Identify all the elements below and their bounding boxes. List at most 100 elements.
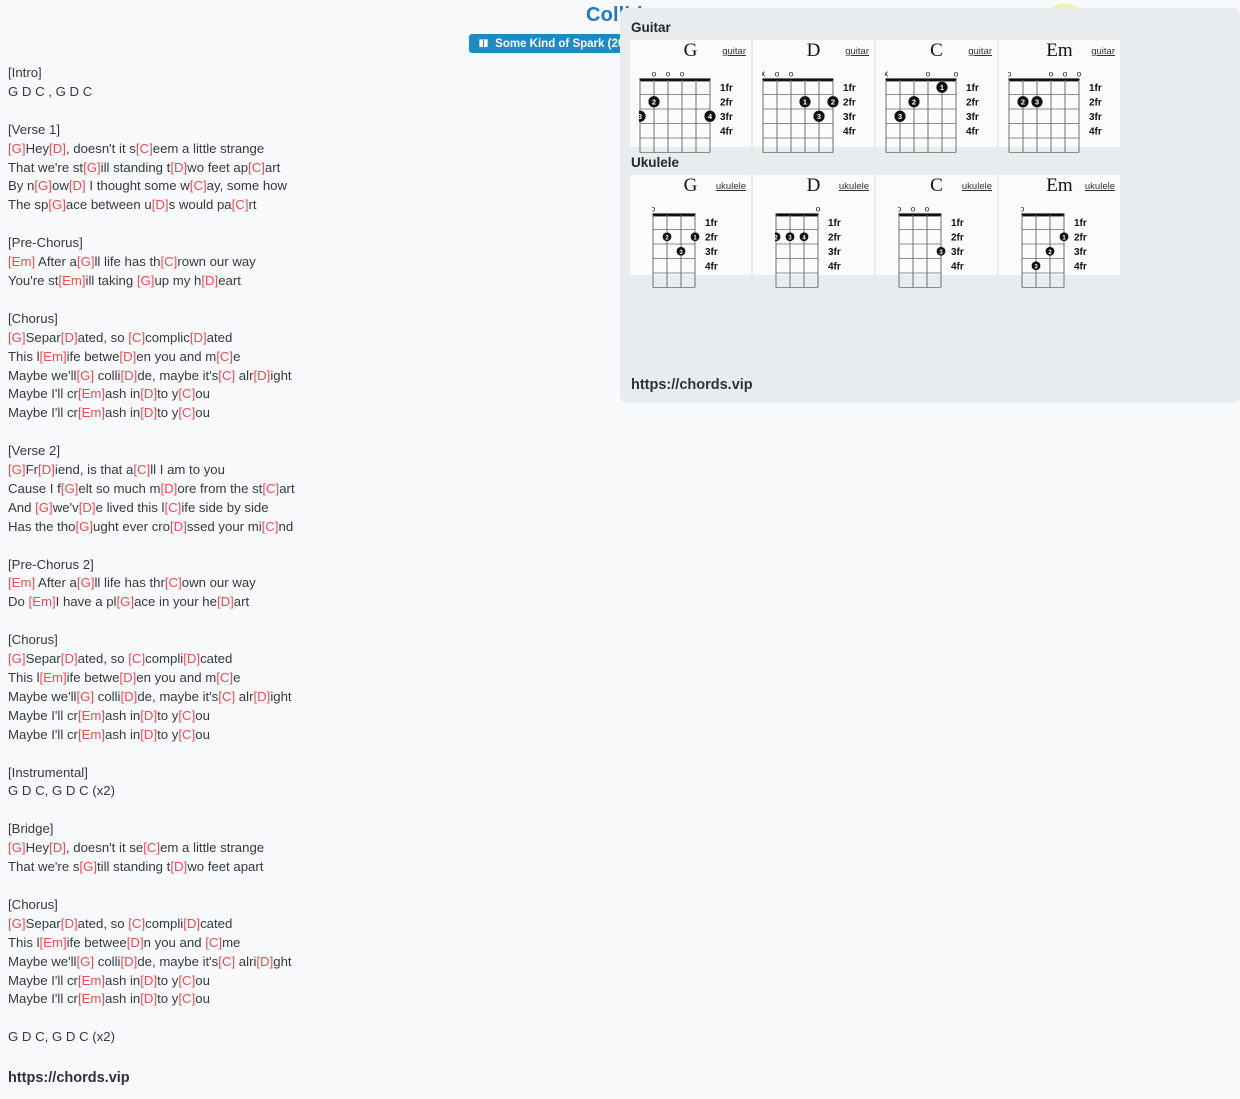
svg-text:3: 3 <box>1035 97 1039 106</box>
svg-text:o: o <box>652 205 656 214</box>
lyric-text: ow <box>51 178 69 194</box>
chord-token: [D] <box>49 840 66 856</box>
lyric-text: eem a little strange <box>152 140 265 156</box>
svg-text:4fr: 4fr <box>828 262 841 273</box>
chord-diagram-panel: Guitar Gguitar o o o 3 2 4 1fr 2fr 3fr 4fr Dguitar x… <box>620 8 1240 403</box>
chord-token: [G] <box>8 915 26 931</box>
chord-diagram-guitar-em[interactable]: Em guitar o o o o 2 3 1fr 2fr 3fr 4fr <box>999 40 1120 153</box>
lyric-text: Cause I f <box>8 480 61 496</box>
chord-token: [C] <box>248 159 265 175</box>
lyric-text: ace between u <box>65 197 152 213</box>
lyric-text: ore from the st <box>177 480 263 496</box>
chord-token: [C] <box>218 367 236 383</box>
section-label: [Verse 2] <box>8 442 608 461</box>
instrument-label: guitar <box>1091 46 1115 57</box>
lyric-text: e lived this l <box>95 499 165 515</box>
lyric-text: You're st <box>8 272 59 288</box>
chord-diagram-guitar-c[interactable]: Cguitar x o o 1 2 3 1fr 2fr 3fr 4fr <box>876 40 997 153</box>
lyric-text: alr <box>235 688 254 704</box>
lyric-line: [G]Hey[D], doesn't it s[C]eem a little s… <box>8 140 608 159</box>
chord-token: [D] <box>120 688 138 704</box>
panel-url[interactable]: https://chords.vip <box>631 377 753 393</box>
lyric-text: we'v <box>52 499 79 515</box>
guitar-chord-row: Gguitar o o o 3 2 4 1fr 2fr 3fr 4fr Dguitar x o o 1 2 3 1f… <box>620 40 1240 153</box>
lyric-text: Maybe we'll <box>8 367 77 383</box>
chord-diagram-guitar-d[interactable]: Dguitar x o o 1 2 3 1fr 2fr 3fr 4fr <box>753 40 874 153</box>
svg-text:4fr: 4fr <box>843 127 856 138</box>
svg-text:2: 2 <box>1021 97 1025 106</box>
lyric-text: wo feet ap <box>187 159 249 175</box>
lyric-line: G D C, G D C (x2) <box>8 1028 608 1047</box>
chord-token: [G] <box>76 688 95 704</box>
chord-token: [C] <box>205 934 223 950</box>
chord-token: [C] <box>164 499 182 515</box>
lyric-line: [G]Fr[D]iend, is that a[C]ll I am to you <box>8 461 608 480</box>
chord-token: [G] <box>60 480 79 496</box>
lyric-text: Maybe I'll cr <box>8 707 78 723</box>
fretboard-diagram: o 2 1 3 1fr 2fr 3fr 4fr <box>651 201 752 297</box>
chord-token: [D] <box>38 462 55 478</box>
svg-text:4fr: 4fr <box>951 262 964 273</box>
chord-diagram-ukulele-em[interactable]: Em ukulele o 1 2 3 1fr 2fr 3fr 4fr <box>999 175 1120 288</box>
lyric-text: [Pre-Chorus 2] <box>8 556 94 572</box>
lyric-text: cated <box>200 651 233 667</box>
instrument-label: ukulele <box>1084 181 1115 192</box>
chord-diagram-ukulele-d[interactable]: Dukulele o 2 3 4 1fr 2fr 3fr 4fr <box>753 175 874 288</box>
chord-token: [C] <box>160 254 178 270</box>
chord-diagram-ukulele-g[interactable]: Gukulele o 2 1 3 1fr 2fr 3fr 4fr <box>630 175 751 288</box>
lyric-text: ight <box>270 688 292 704</box>
lyric-line: And [G]we'v[D]e lived this l[C]ife side … <box>8 499 608 518</box>
chord-diagram-guitar-g[interactable]: Gguitar o o o 3 2 4 1fr 2fr 3fr 4fr <box>630 40 751 153</box>
chord-token: [G] <box>76 953 95 969</box>
lyric-text: ash in <box>105 991 141 1007</box>
chord-token: [Em] <box>39 934 67 950</box>
chord-token: [G] <box>83 159 101 175</box>
lyric-text: ay, some how <box>206 178 288 194</box>
lyric-line: Cause I f[G]elt so much m[D]ore from the… <box>8 480 608 499</box>
lyric-line: Maybe I'll cr[Em]ash in[D]to y[C]ou <box>8 707 608 726</box>
svg-text:3: 3 <box>639 112 642 121</box>
lyric-text: en you and m <box>136 348 217 364</box>
lyric-text: e <box>233 348 241 364</box>
lyric-text: ash in <box>105 972 141 988</box>
chord-token: [G] <box>34 178 52 194</box>
svg-text:3fr: 3fr <box>843 112 856 123</box>
lyric-text: up my h <box>154 272 202 288</box>
lyric-text: alri <box>235 953 257 969</box>
lyric-line: This l[Em]ife betwe[D]en you and m[C]e <box>8 669 608 688</box>
chord-token: [G] <box>8 651 26 667</box>
lyric-line: You're st[Em]ill taking [G]up my h[D]ear… <box>8 272 608 291</box>
lyric-text: ll I am to you <box>150 462 225 478</box>
chord-token: [Em] <box>77 726 106 742</box>
chord-token: [C] <box>261 518 279 534</box>
lyric-text: to y <box>157 707 179 723</box>
chord-token: [C] <box>178 991 196 1007</box>
lyric-text: I thought some w <box>85 178 190 194</box>
chord-token: [Em] <box>8 254 36 270</box>
chord-token: [C] <box>231 197 249 213</box>
chord-token: [D] <box>253 367 271 383</box>
chord-token: [C] <box>218 953 236 969</box>
svg-text:o: o <box>1008 70 1012 79</box>
lyric-text: wo feet apart <box>187 859 264 875</box>
lyric-text: , doesn't it s <box>65 140 136 156</box>
page-footer-url[interactable]: https://chords.vip <box>8 1070 130 1086</box>
lyric-text: colli <box>94 953 121 969</box>
chord-token: [D] <box>119 348 137 364</box>
lyric-text: ash in <box>105 386 141 402</box>
chord-token: [D] <box>170 859 188 875</box>
svg-text:3: 3 <box>817 112 821 121</box>
lyric-text: I have a pl <box>55 594 117 610</box>
svg-text:2fr: 2fr <box>1074 233 1087 244</box>
svg-text:3fr: 3fr <box>966 112 979 123</box>
lyric-text: The sp <box>8 197 49 213</box>
chord-diagram-ukulele-c[interactable]: Cukulele o o o 3 1fr 2fr 3fr 4fr <box>876 175 997 288</box>
lyric-text: to y <box>157 386 179 402</box>
chord-token: [C] <box>164 575 182 591</box>
lyric-text: eart <box>218 272 241 288</box>
lyric-text: rown our way <box>177 254 256 270</box>
section-label: [Intro] <box>8 64 608 83</box>
